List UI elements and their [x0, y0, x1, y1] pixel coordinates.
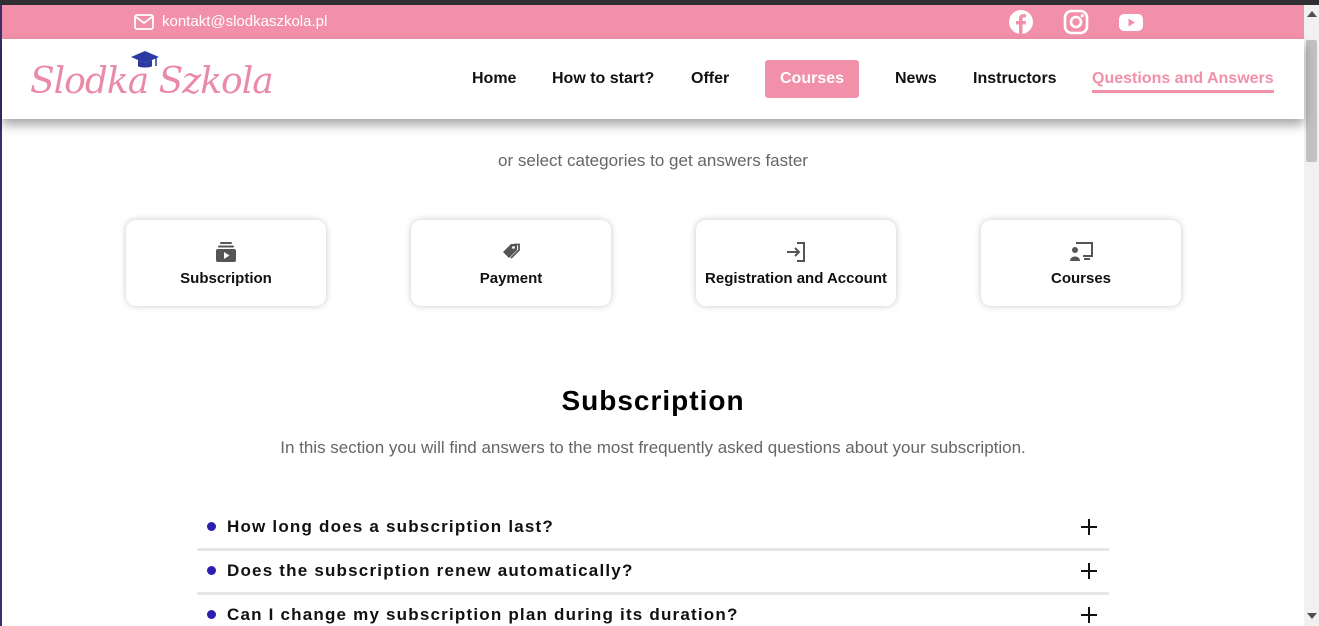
faq-item[interactable]: Can I change my subscription plan during… [197, 595, 1109, 626]
category-card-subscription[interactable]: Subscription [126, 220, 326, 306]
faq-question: Can I change my subscription plan during… [227, 605, 739, 624]
nav-how-to-start[interactable]: How to start? [552, 70, 654, 88]
site-header: Slodka Szkola Home How to start? Offer C… [2, 39, 1304, 119]
scroll-thumb[interactable] [1306, 40, 1317, 162]
category-label: Payment [479, 270, 543, 287]
site-logo[interactable]: Slodka Szkola [30, 49, 274, 109]
bullet-icon [207, 566, 216, 575]
category-label: Registration and Account [705, 270, 887, 287]
page-scrollbar[interactable] [1304, 5, 1319, 626]
section-title: Subscription [561, 385, 745, 416]
youtube-icon[interactable] [1118, 9, 1144, 35]
nav-questions-and-answers[interactable]: Questions and Answers [1092, 70, 1274, 93]
graduation-cap-icon [131, 51, 159, 68]
expand-plus-icon[interactable] [1081, 607, 1097, 623]
sign-in-icon [787, 242, 805, 262]
nav-offer[interactable]: Offer [691, 70, 729, 88]
bullet-icon [207, 522, 216, 531]
section-description: In this section you will find answers to… [280, 438, 1026, 457]
email-text: kontakt@slodkaszkola.pl [162, 13, 328, 30]
top-contact-bar: kontakt@slodkaszkola.pl [2, 5, 1304, 39]
nav-news[interactable]: News [895, 70, 937, 88]
nav-home[interactable]: Home [472, 70, 516, 88]
category-card-courses[interactable]: Courses [981, 220, 1181, 306]
category-card-payment[interactable]: Payment [411, 220, 611, 306]
expand-plus-icon[interactable] [1081, 519, 1097, 535]
tag-icon [503, 243, 520, 259]
email-link[interactable]: kontakt@slodkaszkola.pl [134, 13, 327, 30]
faq-item[interactable]: How long does a subscription last? [197, 507, 1109, 551]
scroll-up-arrow-icon[interactable] [1307, 11, 1317, 17]
subscription-icon [216, 242, 236, 262]
mail-icon [134, 13, 154, 30]
nav-instructors[interactable]: Instructors [973, 70, 1057, 88]
bullet-icon [207, 610, 216, 619]
facebook-icon[interactable] [1008, 9, 1034, 35]
nav-courses-button[interactable]: Courses [765, 60, 860, 98]
presentation-icon [1070, 242, 1093, 261]
faq-item[interactable]: Does the subscription renew automaticall… [197, 551, 1109, 595]
faq-question: How long does a subscription last? [227, 517, 554, 536]
faq-question: Does the subscription renew automaticall… [227, 561, 634, 580]
category-card-registration[interactable]: Registration and Account [696, 220, 896, 306]
instagram-icon[interactable] [1063, 9, 1089, 35]
category-label: Subscription [180, 270, 272, 287]
category-label: Courses [1050, 270, 1112, 287]
expand-plus-icon[interactable] [1081, 563, 1097, 579]
scroll-down-arrow-icon[interactable] [1307, 613, 1317, 619]
categories-hint: or select categories to get answers fast… [498, 151, 808, 170]
